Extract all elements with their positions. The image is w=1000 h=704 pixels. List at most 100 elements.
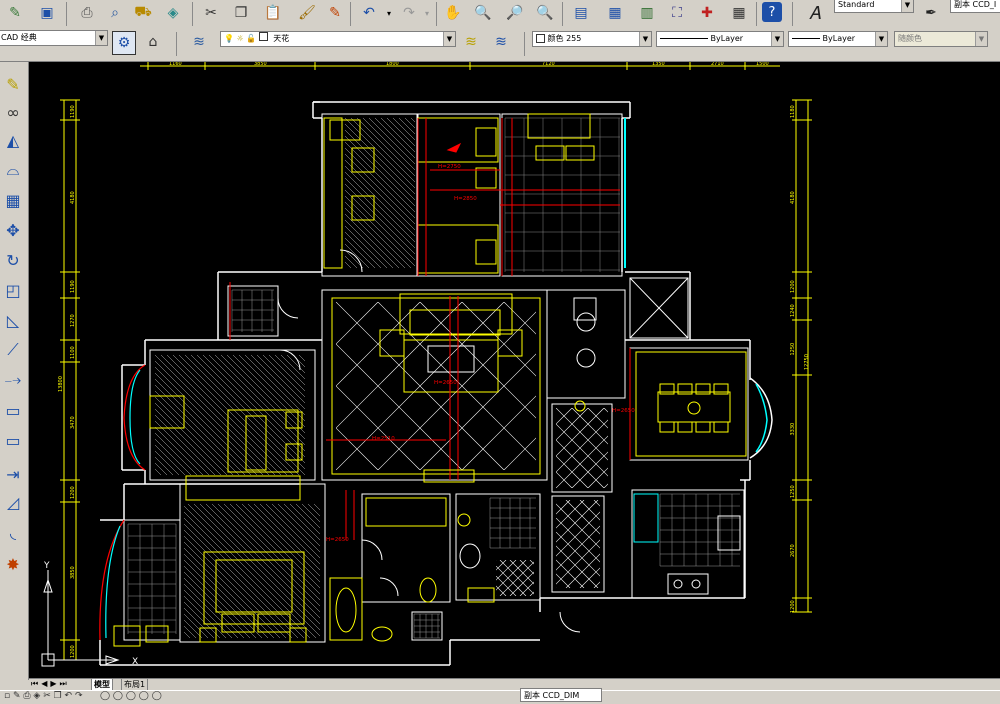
master-bedroom-room [179,483,326,643]
make-current-layer-icon[interactable]: ≋ [460,31,482,53]
door-arc [277,297,299,319]
dim-text-right: 3330 [790,423,796,436]
dim-text-left-total: 13800 [58,376,64,392]
bottom-toolbar: ▫ ✎ ⎙ ◈ ✂ ❐ ↶ ↷ ◯ ◯ ◯ ◯ ◯ 副本 CCD_DIM [0,688,1000,704]
zoom-window-icon[interactable]: 🔎 [504,2,526,24]
print-preview-icon[interactable]: ⌕ [104,2,126,24]
dining-table [657,391,731,423]
washbasin [371,626,393,642]
house-icon[interactable]: ⌂ [142,31,164,53]
tool-palettes-icon[interactable]: ▥ [636,2,658,24]
dim-text-left: 3850 [70,566,76,579]
lineweight-select[interactable]: ByLayer ▼ [788,31,888,47]
zoom-previous-icon[interactable]: 🔍 [534,2,556,24]
bay-window-left-glass [129,369,141,465]
3d-dwf-icon[interactable]: ◈ [162,2,184,24]
help-icon[interactable]: ? [762,2,782,22]
print-icon[interactable]: ⎙ [76,2,98,24]
mirror-icon[interactable]: ◭ [1,128,25,152]
closet-grid [127,523,177,634]
break-at-point-icon[interactable]: ▭ [1,398,25,422]
dim-text-top: 7120 [542,62,555,67]
extend-icon[interactable]: ⤍ [1,368,25,392]
bottom-shape-icons[interactable]: ◯ ◯ ◯ ◯ ◯ [100,691,162,701]
drawing-canvas[interactable]: 1160 3850 1800 7120 1350 2710 1500 1190 4180 1190… [29,62,1000,678]
layer-color-swatch [258,32,268,41]
text-style-select[interactable]: Standard ▼ [834,0,914,13]
rotate-icon[interactable]: ↻ [1,248,25,272]
zoom-realtime-icon[interactable]: 🔍 [472,2,494,24]
foyer-light [574,400,586,412]
tab-navigation-arrows[interactable]: ⏮◀▶⏭ [31,679,70,689]
bedroom-1-hatch [154,354,306,476]
block-editor-icon[interactable]: ✎ [324,2,346,24]
toilet [419,577,437,603]
calculator-icon[interactable]: ▦ [728,2,750,24]
dim-text-right: 1200 [790,600,796,613]
cut-icon[interactable]: ✂ [200,2,222,24]
red-arrow-marker [446,142,462,153]
properties-icon[interactable]: ▤ [570,2,592,24]
publish-icon[interactable]: ⛟ [132,2,154,24]
dining-chair [659,421,675,433]
text-style-icon[interactable]: 𝐴 [804,2,826,24]
dim-text-top: 1350 [652,62,665,67]
trim-icon[interactable]: ⟋ [1,338,25,362]
offset-icon[interactable]: ⌓ [1,158,25,182]
color-select[interactable]: 颜色 255 ▼ [532,31,652,47]
layer-select[interactable]: 💡 ☼ 🔓 天花 ▼ [220,31,456,47]
master-chair-2 [257,613,291,633]
save-icon[interactable]: ▣ [36,2,58,24]
workspace-select[interactable]: CAD 经典 ▼ [0,30,108,46]
dim-text-top: 1160 [169,62,182,67]
match-properties-icon[interactable]: 🖌 [296,2,318,24]
bottom-tool-icons[interactable]: ▫ ✎ ⎙ ◈ ✂ ❐ ↶ ↷ [4,691,82,701]
sheet-set-icon[interactable]: ⛶ [666,2,688,24]
explode-icon[interactable]: ✸ [1,552,25,576]
layer-previous-icon[interactable]: ≋ [490,31,512,53]
undo-dropdown-icon[interactable]: ▾ [378,2,400,24]
layer-manager-icon[interactable]: ≋ [188,31,210,53]
undo-icon[interactable]: ↶ [358,2,380,24]
copy-object-icon[interactable]: ∞ [1,100,25,124]
dim-text-right: 1200 [790,280,796,293]
pencil-check-icon[interactable]: ✎ [4,2,26,24]
copy-icon[interactable]: ❐ [230,2,252,24]
array-icon[interactable]: ▦ [1,188,25,212]
design-center-icon[interactable]: ▦ [604,2,626,24]
move-icon[interactable]: ✥ [1,218,25,242]
ceiling-height-label: H=2850 [454,196,477,202]
erase-icon[interactable]: ✎ [1,72,25,96]
linetype-select[interactable]: ByLayer ▼ [656,31,784,47]
dim-style-select[interactable]: 副本 CCD_I [950,0,1000,13]
chamfer-icon[interactable]: ◿ [1,490,25,514]
dim-text-left: 1200 [70,645,76,658]
bathtub-basin [335,587,357,633]
entry-hall [546,289,626,399]
dim-text-left: 1200 [70,486,76,499]
dim-style-select-bottom[interactable]: 副本 CCD_DIM [520,688,602,702]
living-room-border [331,297,541,475]
join-icon[interactable]: ⇥ [1,462,25,486]
scale-icon[interactable]: ◰ [1,278,25,302]
bathtub [329,577,363,641]
ceiling-height-label: H=2650 [612,408,635,414]
dim-text-right-total: 12750 [804,354,810,370]
redo-dropdown-icon[interactable]: ▾ [416,2,438,24]
fillet-icon[interactable]: ◟ [1,520,25,544]
toilet-2 [459,543,481,569]
door-arc [379,577,399,597]
workspace-settings-icon[interactable]: ⚙ [112,31,136,55]
door-arc [361,539,383,561]
paste-icon[interactable]: 📋 [262,2,284,24]
pan-icon[interactable]: ✋ [442,2,464,24]
break-icon[interactable]: ▭ [1,428,25,452]
line-sample [792,38,820,39]
stretch-icon[interactable]: ◺ [1,308,25,332]
door-arc [559,611,581,633]
markup-set-icon[interactable]: ✚ [696,2,718,24]
dim-style-icon[interactable]: ✒ [920,2,942,24]
modify-toolbar: ✎ ∞ ◭ ⌓ ▦ ✥ ↻ ◰ ◺ ⟋ ⤍ ▭ ▭ ⇥ ◿ ◟ ✸ [0,62,29,680]
dim-text-left: 1190 [70,105,76,118]
color-swatch [536,34,545,43]
